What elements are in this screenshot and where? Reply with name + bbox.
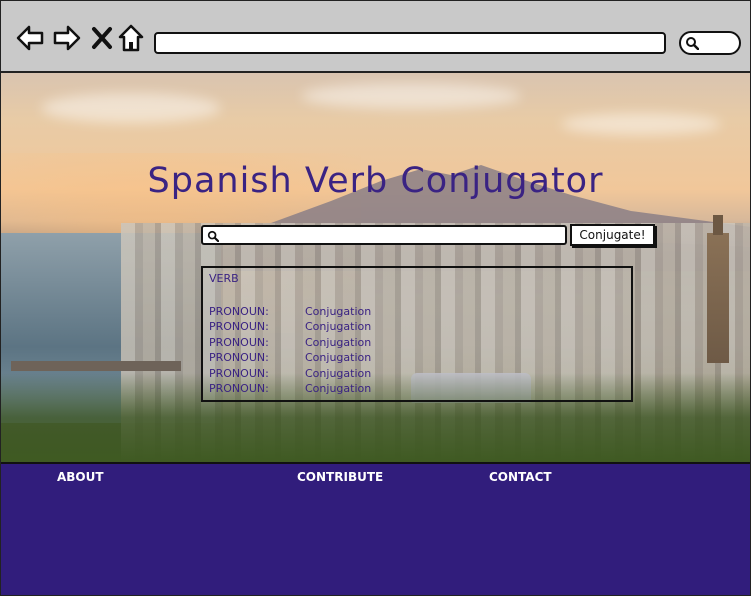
verb-label: VERB [209, 272, 239, 285]
footer-link-contact[interactable]: CONTACT [489, 470, 552, 484]
conjugation-value: Conjugation [305, 320, 372, 333]
pronoun-label: PRONOUN: [209, 367, 269, 380]
browser-toolbar [1, 1, 750, 73]
conjugation-value: Conjugation [305, 382, 372, 395]
search-icon [207, 230, 219, 242]
hero-section: Spanish Verb Conjugator Conjugate! VERB … [1, 73, 750, 462]
browser-search-box[interactable] [679, 31, 741, 55]
pronoun-label: PRONOUN: [209, 336, 269, 349]
pronoun-label: PRONOUN: [209, 351, 269, 364]
footer-link-about[interactable]: ABOUT [57, 470, 104, 484]
conjugation-value: Conjugation [305, 367, 372, 380]
pronoun-label: PRONOUN: [209, 382, 269, 395]
cathedral-tower [707, 215, 729, 363]
footer: ABOUT CONTRIBUTE CONTACT [1, 462, 750, 595]
page-title: Spanish Verb Conjugator [147, 161, 604, 201]
verb-search-field[interactable] [201, 225, 567, 245]
forward-arrow-icon[interactable] [52, 23, 82, 53]
home-icon[interactable] [117, 23, 147, 53]
cloud [41, 93, 221, 123]
harbor-pier [11, 361, 181, 371]
conjugation-value: Conjugation [305, 305, 372, 318]
conjugation-results-panel: VERB PRONOUN: Conjugation PRONOUN: Conju… [201, 266, 633, 402]
search-icon [686, 37, 699, 50]
pronoun-label: PRONOUN: [209, 320, 269, 333]
browser-window: Spanish Verb Conjugator Conjugate! VERB … [0, 0, 751, 596]
back-arrow-icon[interactable] [15, 23, 45, 53]
footer-link-contribute[interactable]: CONTRIBUTE [297, 470, 383, 484]
cloud [301, 83, 521, 109]
conjugate-button[interactable]: Conjugate! [570, 224, 655, 246]
cloud [561, 113, 721, 135]
conjugation-value: Conjugation [305, 351, 372, 364]
pronoun-label: PRONOUN: [209, 305, 269, 318]
verb-search-input[interactable] [221, 228, 565, 244]
conjugation-value: Conjugation [305, 336, 372, 349]
address-bar[interactable] [154, 32, 666, 54]
